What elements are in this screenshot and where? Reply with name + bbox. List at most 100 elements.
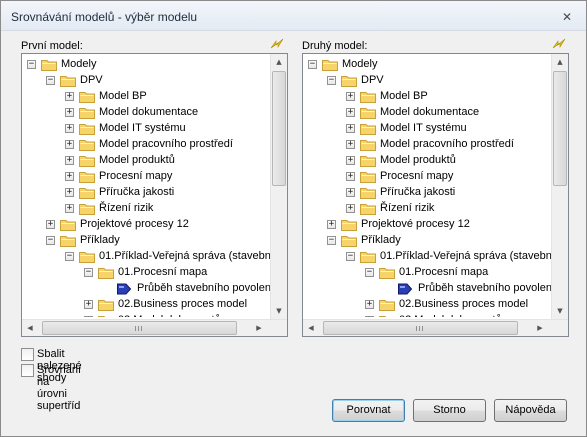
superclass-compare-label[interactable]: Srovnání na úrovni supertříd: [37, 364, 81, 412]
tree-item[interactable]: +02.Business proces model: [22, 297, 270, 313]
tree-item-label[interactable]: DPV: [80, 74, 103, 86]
collapse-icon[interactable]: −: [308, 60, 317, 69]
tree-item-label[interactable]: Příručka jakosti: [380, 186, 455, 198]
expand-icon[interactable]: +: [65, 172, 74, 181]
tree-item[interactable]: + Příručka jakosti: [303, 185, 551, 201]
expand-icon[interactable]: +: [65, 124, 74, 133]
expand-icon[interactable]: +: [65, 188, 74, 197]
tree-item[interactable]: − Příklady: [303, 233, 551, 249]
scroll-right-icon[interactable]: ▶: [532, 320, 548, 336]
expand-icon[interactable]: +: [65, 204, 74, 213]
tree-item-label[interactable]: Model produktů: [99, 154, 175, 166]
expand-icon[interactable]: +: [346, 156, 355, 165]
tree-item-label[interactable]: Model pracovního prostředí: [380, 138, 514, 150]
tree-item[interactable]: − 01.Příklad-Veřejná správa (stavební: [303, 249, 551, 265]
scroll-left-icon[interactable]: ◀: [303, 320, 319, 336]
tree-item-label[interactable]: Model pracovního prostředí: [99, 138, 233, 150]
tree-item-label[interactable]: Průběh stavebního povolení: [418, 282, 551, 294]
tree-item-label[interactable]: 02.Business proces model: [399, 298, 528, 310]
tree-item-label[interactable]: Příklady: [80, 234, 120, 246]
tree-item[interactable]: + Model pracovního prostředí: [303, 137, 551, 153]
expand-icon[interactable]: +: [365, 316, 374, 317]
expand-icon[interactable]: +: [365, 300, 374, 309]
lightning-icon[interactable]: [551, 38, 567, 50]
tree-item[interactable]: + Řízení rizik: [303, 201, 551, 217]
tree-item[interactable]: + Řízení rizik: [22, 201, 270, 217]
tree-item[interactable]: − Příklady: [22, 233, 270, 249]
expand-icon[interactable]: +: [65, 108, 74, 117]
expand-icon[interactable]: +: [65, 156, 74, 165]
collapse-icon[interactable]: −: [346, 252, 355, 261]
horizontal-scrollbar[interactable]: ◀ ▶: [22, 319, 287, 336]
tree-item-label[interactable]: Model BP: [99, 90, 147, 102]
tree-item-label[interactable]: Model dokumentace: [380, 106, 479, 118]
tree-item-label[interactable]: Příručka jakosti: [99, 186, 174, 198]
vertical-scrollbar[interactable]: ▲ ▼: [551, 54, 568, 319]
tree-item-label[interactable]: Model BP: [380, 90, 428, 102]
close-icon[interactable]: ✕: [558, 10, 576, 24]
tree-item-label[interactable]: Modely: [61, 58, 96, 70]
collapse-icon[interactable]: −: [84, 268, 93, 277]
tree-item[interactable]: + Projektové procesy 12: [303, 217, 551, 233]
collapse-matches-checkbox[interactable]: [21, 348, 34, 361]
vertical-scrollbar[interactable]: ▲ ▼: [270, 54, 287, 319]
tree-item[interactable]: − 01.Příklad-Veřejná správa (stavební: [22, 249, 270, 265]
tree-item-label[interactable]: 01.Příklad-Veřejná správa (stavební: [99, 250, 270, 262]
tree-item[interactable]: − Modely: [22, 57, 270, 73]
tree-item-label[interactable]: Projektové procesy 12: [361, 218, 470, 230]
compare-button[interactable]: Porovnat: [332, 399, 405, 422]
tree-item[interactable]: +02.Business proces model: [303, 297, 551, 313]
tree-item-label[interactable]: 03.Model dokumentů: [399, 314, 502, 317]
tree-item[interactable]: + Příručka jakosti: [22, 185, 270, 201]
tree-item-label[interactable]: Řízení rizik: [99, 202, 153, 214]
tree-item-label[interactable]: Model IT systému: [99, 122, 186, 134]
tree-item[interactable]: + Model BP: [303, 89, 551, 105]
scroll-up-icon[interactable]: ▲: [271, 54, 287, 70]
expand-icon[interactable]: +: [346, 204, 355, 213]
scroll-up-icon[interactable]: ▲: [552, 54, 568, 70]
tree-item-label[interactable]: Procesní mapy: [380, 170, 453, 182]
tree-item-label[interactable]: Model dokumentace: [99, 106, 198, 118]
tree-item-label[interactable]: 01.Procesní mapa: [399, 266, 488, 278]
expand-icon[interactable]: +: [46, 220, 55, 229]
tree-item[interactable]: Průběh stavebního povolení: [22, 281, 270, 297]
expand-icon[interactable]: +: [346, 172, 355, 181]
scroll-down-icon[interactable]: ▼: [271, 303, 287, 319]
expand-icon[interactable]: +: [65, 92, 74, 101]
tree-item-label[interactable]: Procesní mapy: [99, 170, 172, 182]
collapse-icon[interactable]: −: [327, 76, 336, 85]
collapse-icon[interactable]: −: [365, 268, 374, 277]
expand-icon[interactable]: +: [65, 140, 74, 149]
collapse-icon[interactable]: −: [65, 252, 74, 261]
tree-item-label[interactable]: 01.Procesní mapa: [118, 266, 207, 278]
expand-icon[interactable]: +: [84, 300, 93, 309]
tree-item-label[interactable]: Příklady: [361, 234, 401, 246]
tree-item-label[interactable]: 01.Příklad-Veřejná správa (stavební: [380, 250, 551, 262]
tree-item[interactable]: + Model IT systému: [22, 121, 270, 137]
expand-icon[interactable]: +: [84, 316, 93, 317]
tree-item-label[interactable]: Projektové procesy 12: [80, 218, 189, 230]
superclass-compare-checkbox[interactable]: [21, 364, 34, 377]
expand-icon[interactable]: +: [327, 220, 336, 229]
tree-item[interactable]: + Procesní mapy: [22, 169, 270, 185]
horizontal-scroll-thumb[interactable]: [42, 321, 237, 335]
collapse-icon[interactable]: −: [327, 236, 336, 245]
horizontal-scroll-thumb[interactable]: [323, 321, 518, 335]
tree-item[interactable]: − DPV: [303, 73, 551, 89]
tree-item[interactable]: + Model dokumentace: [303, 105, 551, 121]
tree-item[interactable]: − 01.Procesní mapa: [303, 265, 551, 281]
first-model-tree[interactable]: − Modely − DPV + Model BP + Model dokumentace + M…: [21, 53, 288, 337]
horizontal-scrollbar[interactable]: ◀ ▶: [303, 319, 568, 336]
help-button[interactable]: Nápověda: [494, 399, 567, 422]
tree-item-label[interactable]: Průběh stavebního povolení: [137, 282, 270, 294]
tree-item[interactable]: + Model BP: [22, 89, 270, 105]
tree-item[interactable]: +03.Model dokumentů: [22, 313, 270, 317]
expand-icon[interactable]: +: [346, 188, 355, 197]
tree-item[interactable]: + Procesní mapy: [303, 169, 551, 185]
scroll-right-icon[interactable]: ▶: [251, 320, 267, 336]
tree-item[interactable]: + Model pracovního prostředí: [22, 137, 270, 153]
tree-item[interactable]: Průběh stavebního povolení: [303, 281, 551, 297]
tree-item[interactable]: + Model produktů: [303, 153, 551, 169]
tree-item-label[interactable]: 03.Model dokumentů: [118, 314, 221, 317]
tree-item-label[interactable]: Modely: [342, 58, 377, 70]
